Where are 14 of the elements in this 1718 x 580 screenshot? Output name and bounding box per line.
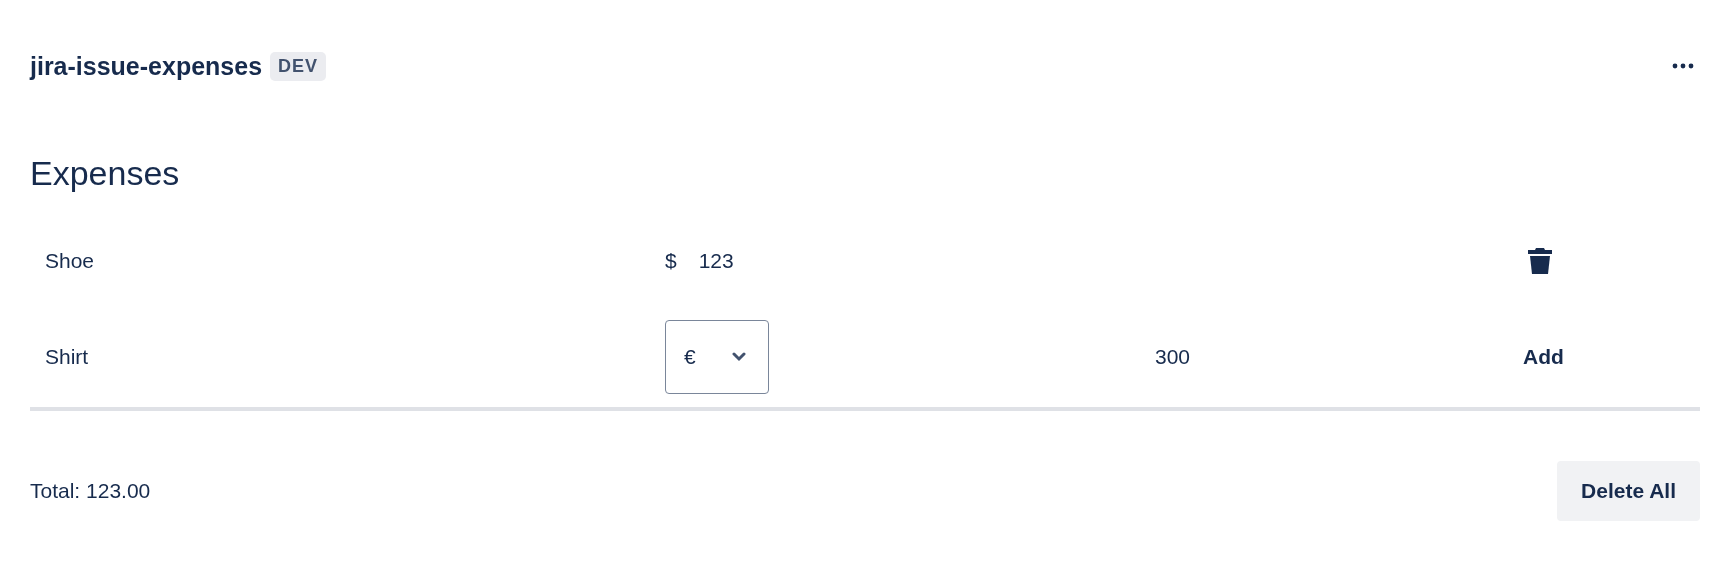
- total-text: Total: 123.00: [30, 479, 151, 503]
- amount-input-field[interactable]: 300: [1155, 345, 1355, 369]
- app-title: jira-issue-expenses: [30, 51, 263, 81]
- environment-badge: DEV: [270, 51, 327, 81]
- currency-symbol: $: [665, 249, 677, 273]
- currency-select[interactable]: €: [665, 320, 769, 394]
- expense-name: Shoe: [45, 249, 95, 273]
- add-button[interactable]: Add: [1523, 345, 1564, 369]
- chevron-down-icon: [732, 352, 746, 362]
- delete-all-button[interactable]: Delete All: [1557, 461, 1700, 521]
- trash-icon[interactable]: [1525, 246, 1555, 276]
- section-heading: Expenses: [30, 154, 181, 193]
- expense-amount: 123: [698, 249, 734, 273]
- name-input-field[interactable]: Shirt: [45, 345, 245, 369]
